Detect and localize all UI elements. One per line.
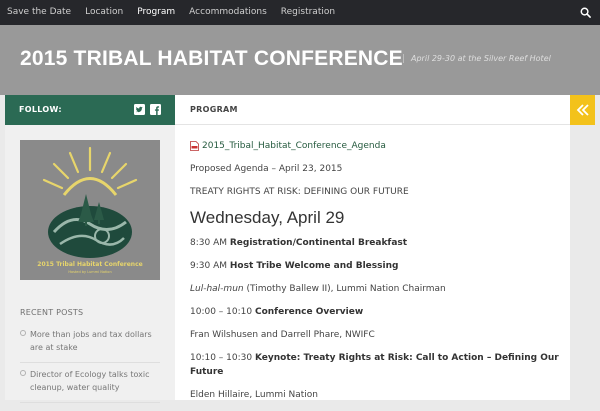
agenda-link-text[interactable]: 2015_Tribal_Habitat_Conference_Agenda — [202, 139, 386, 153]
conference-theme: TREATY RIGHTS AT RISK: DEFINING OUR FUTU… — [190, 187, 409, 197]
right-sidebar-strip — [570, 125, 600, 400]
nav-item-registration[interactable]: Registration — [274, 0, 342, 25]
social-links — [134, 104, 161, 115]
agenda-title: Host Tribe Welcome and Blessing — [229, 261, 399, 271]
agenda-time: 10:00 – 10:10 — [190, 307, 253, 317]
day-heading: Wednesday, April 29 — [190, 208, 345, 227]
pdf-icon — [190, 141, 199, 151]
agenda-time: 8:30 AM — [190, 238, 227, 248]
agenda-title: Conference Overview — [254, 307, 364, 317]
agenda-title: Registration/Continental Breakfast — [229, 238, 408, 248]
agenda-download-link[interactable]: 2015_Tribal_Habitat_Conference_Agenda — [190, 139, 560, 153]
agenda-speaker: Fran Wilshusen and Darrell Phare, NWIFC — [190, 330, 375, 340]
recent-post-title[interactable]: More than jobs and tax dollars are at st… — [30, 328, 160, 354]
site-header: 2015 TRIBAL HABITAT CONFERENCE April 29-… — [0, 25, 600, 95]
nav-item-save-the-date[interactable]: Save the Date — [0, 0, 78, 25]
sidebar: FOLLOW: 2015 Tribal Habitat Conference H… — [5, 95, 175, 403]
agenda-item: 10:10 – 10:30 Keynote: Treaty Rights at … — [190, 351, 560, 379]
recent-posts-list: More than jobs and tax dollars are at st… — [20, 323, 160, 403]
main-content: PROGRAM 2015_Tribal_Habitat_Conference_A… — [175, 95, 570, 400]
double-chevron-left-icon — [576, 104, 589, 116]
facebook-icon[interactable] — [150, 104, 161, 115]
top-navigation: Save the Date Location Program Accommoda… — [0, 0, 600, 25]
search-button[interactable] — [570, 0, 600, 25]
logo-subtitle: Hosted by Lummi Nation — [68, 270, 112, 274]
conference-logo[interactable]: 2015 Tribal Habitat Conference Hosted by… — [20, 140, 160, 280]
recent-posts-heading: RECENT POSTS — [20, 308, 84, 317]
collapse-sidebar-button[interactable] — [570, 95, 595, 125]
speaker-name: Lul-hal-mun — [190, 284, 244, 294]
conference-logo-artwork — [42, 146, 138, 258]
search-icon — [580, 7, 591, 18]
bullet-icon — [20, 330, 26, 336]
logo-title: 2015 Tribal Habitat Conference — [37, 261, 143, 268]
recent-post-item[interactable]: More than jobs and tax dollars are at st… — [20, 323, 160, 363]
nav-item-location[interactable]: Location — [78, 0, 130, 25]
proposed-agenda-date: Proposed Agenda – April 23, 2015 — [190, 164, 343, 174]
recent-post-title[interactable]: Director of Ecology talks toxic cleanup,… — [30, 368, 160, 394]
twitter-icon[interactable] — [134, 104, 145, 115]
program-content: 2015_Tribal_Habitat_Conference_Agenda Pr… — [190, 139, 560, 411]
section-header: PROGRAM — [175, 95, 570, 125]
speaker-detail: (Timothy Ballew II), Lummi Nation Chairm… — [246, 284, 446, 294]
agenda-time: 9:30 AM — [190, 261, 227, 271]
agenda-item: 9:30 AM Host Tribe Welcome and Blessing — [190, 259, 560, 273]
section-label: PROGRAM — [190, 105, 238, 114]
agenda-item: 8:30 AM Registration/Continental Breakfa… — [190, 236, 560, 250]
agenda-item: 10:00 – 10:10 Conference Overview — [190, 305, 560, 319]
site-title[interactable]: 2015 TRIBAL HABITAT CONFERENCE — [20, 47, 403, 71]
nav-item-accommodations[interactable]: Accommodations — [182, 0, 274, 25]
follow-label: FOLLOW: — [19, 105, 62, 114]
bullet-icon — [20, 370, 26, 376]
follow-bar: FOLLOW: — [5, 95, 175, 125]
agenda-time: 10:10 – 10:30 — [190, 353, 253, 363]
recent-post-item[interactable]: Director of Ecology talks toxic cleanup,… — [20, 363, 160, 403]
nav-item-program[interactable]: Program — [130, 0, 182, 25]
site-tagline: April 29-30 at the Silver Reef Hotel — [403, 54, 551, 63]
agenda-speaker: Lul-hal-mun (Timothy Ballew II), Lummi N… — [190, 282, 560, 296]
